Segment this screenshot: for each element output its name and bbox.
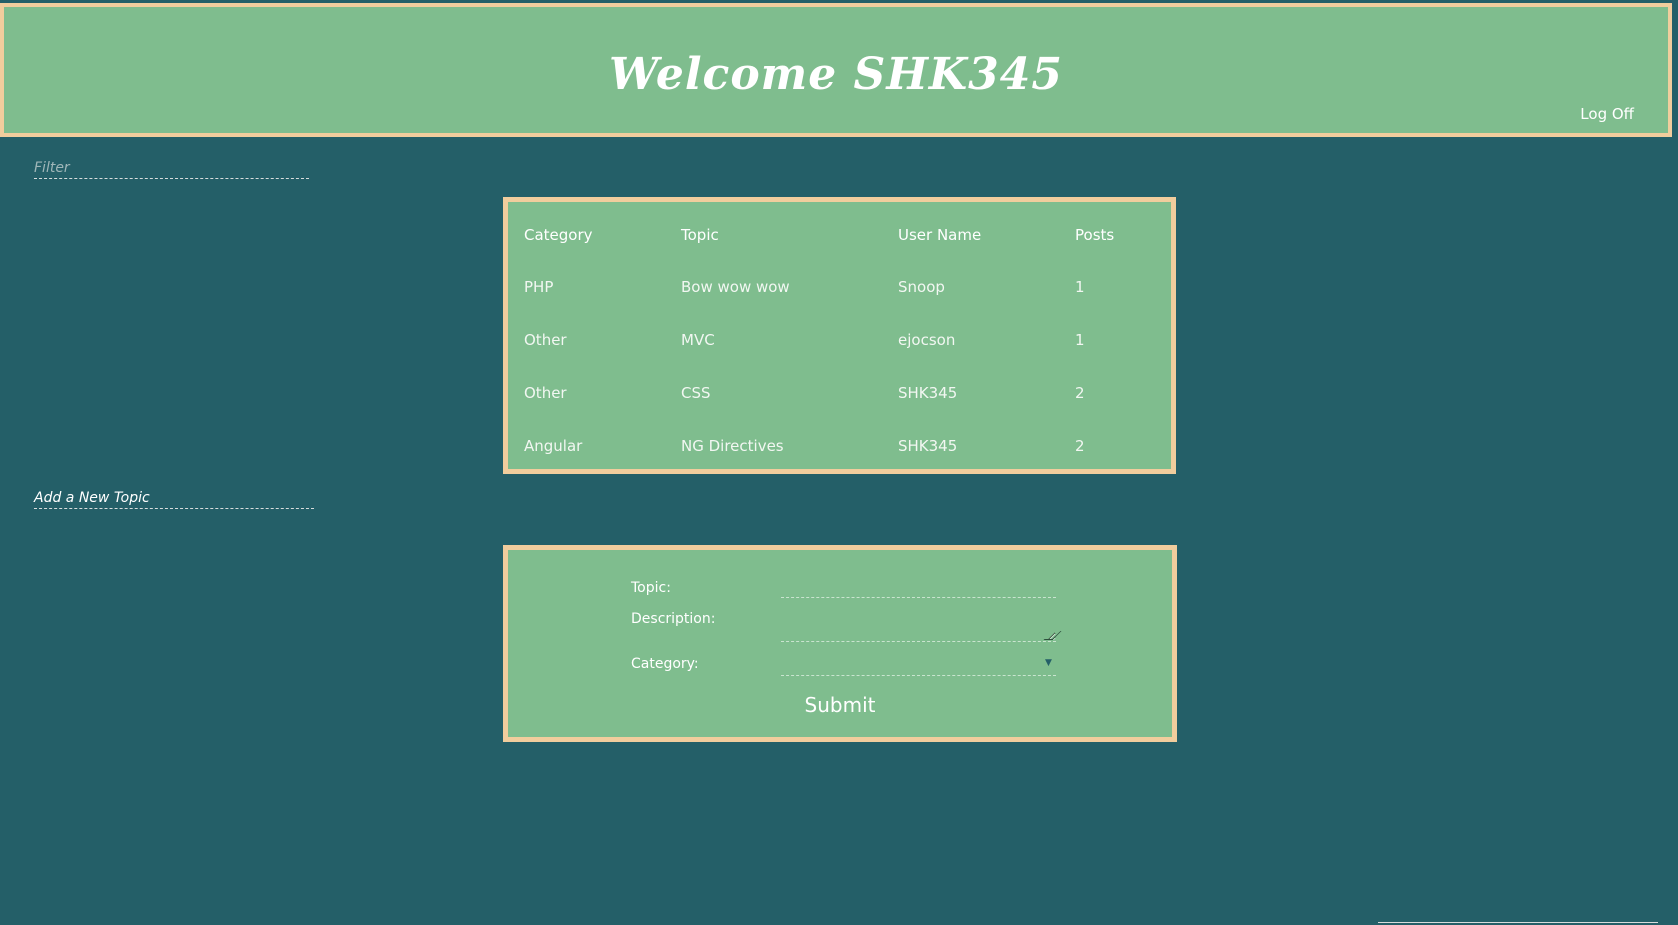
category-label: Category: [631, 656, 699, 672]
column-header-topic[interactable]: Topic [681, 210, 898, 260]
cell-topic[interactable]: Bow wow wow [681, 260, 898, 313]
cell-posts: 2 [1075, 436, 1085, 455]
cell-user-name: SHK345 [898, 436, 958, 455]
description-textarea[interactable] [781, 610, 1056, 642]
column-header-posts[interactable]: Posts [1075, 210, 1155, 260]
column-header-user-name[interactable]: User Name [898, 210, 1075, 260]
category-select[interactable] [781, 654, 1056, 676]
table-header-row: Category Topic User Name Posts [524, 210, 1155, 260]
cell-topic[interactable]: NG Directives [681, 419, 898, 472]
topic-input[interactable] [781, 576, 1056, 598]
cell-user-name: Snoop [898, 277, 945, 296]
table-row[interactable]: Other CSS SHK345 2 [524, 366, 1155, 419]
cell-posts: 2 [1075, 383, 1085, 402]
bottom-divider [1378, 922, 1658, 923]
topic-label: Topic: [631, 580, 671, 596]
welcome-title: Welcome SHK345 [609, 49, 1063, 100]
cell-user-name: SHK345 [898, 383, 958, 402]
column-header-category[interactable]: Category [524, 210, 681, 260]
cell-posts: 1 [1075, 330, 1085, 349]
chevron-down-icon[interactable]: ▼ [1045, 658, 1052, 668]
submit-button[interactable]: Submit [780, 692, 900, 718]
description-label: Description: [631, 611, 716, 627]
topics-table-panel: Category Topic User Name Posts PHP Bow w… [503, 197, 1176, 474]
log-off-link[interactable]: Log Off [1580, 105, 1634, 123]
cell-category: Other [524, 330, 567, 349]
new-topic-form: Topic: Description: Category: ▼ Submit [503, 545, 1177, 742]
cell-category: PHP [524, 277, 554, 296]
cell-user-name: ejocson [898, 330, 956, 349]
table-row[interactable]: Angular NG Directives SHK345 2 [524, 419, 1155, 472]
cell-topic[interactable]: CSS [681, 366, 898, 419]
cell-category: Other [524, 383, 567, 402]
cell-topic[interactable]: MVC [681, 313, 898, 366]
table-row[interactable]: PHP Bow wow wow Snoop 1 [524, 260, 1155, 313]
cell-category: Angular [524, 436, 583, 455]
add-new-topic-link[interactable]: Add a New Topic [34, 490, 314, 509]
table-row[interactable]: Other MVC ejocson 1 [524, 313, 1155, 366]
page-header: Welcome SHK345 Log Off [0, 3, 1672, 137]
cell-posts: 1 [1075, 277, 1085, 296]
filter-input[interactable] [34, 158, 309, 179]
topics-table: Category Topic User Name Posts PHP Bow w… [524, 210, 1155, 472]
